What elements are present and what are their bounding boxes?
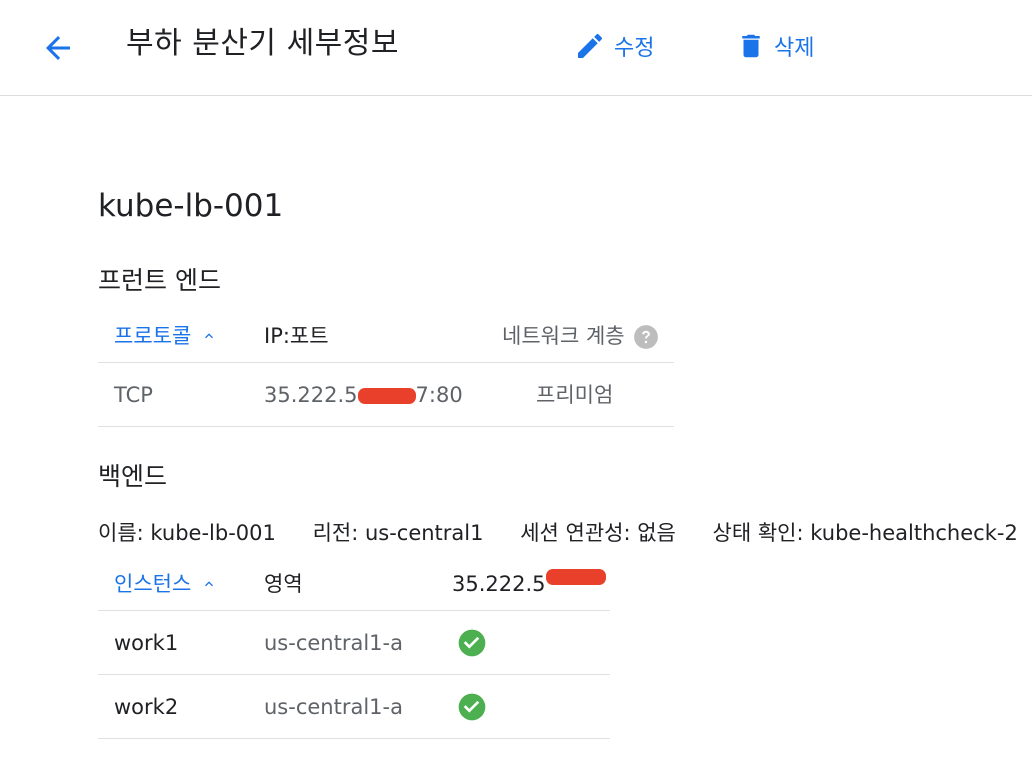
backend-health-check: 상태 확인: kube-healthcheck-2 xyxy=(712,521,1018,545)
instance-row: work2 us-central1-a xyxy=(98,675,610,739)
sort-ascending-icon xyxy=(205,581,214,587)
protocol-column-header[interactable]: 프로토콜 xyxy=(114,323,217,349)
healthy-status xyxy=(456,691,488,729)
instance-name[interactable]: work1 xyxy=(114,630,178,656)
pencil-icon xyxy=(578,33,603,58)
ip-column-header: 35.222.5 xyxy=(452,569,606,597)
zone-column-header: 영역 xyxy=(264,572,303,596)
instance-zone: us-central1-a xyxy=(264,695,403,719)
frontend-network-tier: 프리미엄 xyxy=(536,383,614,407)
ip-port-column-header: IP:포트 xyxy=(264,324,329,348)
backend-info: 이름: kube-lb-001 리전: us-central1 세션 연관성: … xyxy=(98,518,1018,548)
ip-column-label: 35.222.5 xyxy=(452,572,546,596)
healthy-status xyxy=(456,627,488,665)
frontend-section-title: 프런트 엔드 xyxy=(98,266,221,295)
backend-name: 이름: kube-lb-001 xyxy=(98,521,276,545)
frontend-ip-port: 35.222.5 7:80 xyxy=(264,382,463,408)
frontend-protocol: TCP xyxy=(114,383,153,407)
check-circle-icon xyxy=(458,693,486,721)
trash-icon xyxy=(742,34,760,58)
instances-table: 인스턴스 영역 35.222.5 work1 us-central1-a wor… xyxy=(98,560,610,739)
check-circle-icon xyxy=(458,629,486,657)
redaction-mark xyxy=(357,388,416,404)
load-balancer-name: kube-lb-001 xyxy=(98,188,284,224)
backend-session-affinity: 세션 연관성: 없음 xyxy=(520,521,676,545)
backend-region: 리전: us-central1 xyxy=(312,521,484,545)
edit-button-label: 수정 xyxy=(614,36,655,61)
back-button[interactable] xyxy=(36,28,80,68)
delete-button-label: 삭제 xyxy=(774,36,815,61)
frontend-ip-prefix: 35.222.5 xyxy=(264,383,358,407)
frontend-ip-suffix: 7:80 xyxy=(415,383,463,407)
help-icon[interactable] xyxy=(633,324,659,350)
instance-column-label: 인스턴스 xyxy=(114,572,192,596)
sort-ascending-icon xyxy=(205,333,214,339)
instances-table-header: 인스턴스 영역 35.222.5 xyxy=(98,560,610,611)
protocol-column-label: 프로토콜 xyxy=(114,324,192,348)
instance-zone: us-central1-a xyxy=(264,631,403,655)
network-tier-column-header: 네트워크 계층 xyxy=(502,323,659,350)
frontend-table-header: 프로토콜 IP:포트 네트워크 계층 xyxy=(98,310,674,363)
backend-section-title: 백엔드 xyxy=(98,462,168,491)
instance-column-header[interactable]: 인스턴스 xyxy=(114,571,217,597)
frontend-row: TCP 35.222.5 7:80 프리미엄 xyxy=(98,363,674,427)
edit-button[interactable]: 수정 xyxy=(574,26,654,66)
instance-name[interactable]: work2 xyxy=(114,694,178,720)
page-header: 부하 분산기 세부정보 수정 삭제 xyxy=(0,0,1032,96)
arrow-back-icon xyxy=(46,36,70,60)
redaction-mark xyxy=(545,569,606,585)
page-title: 부하 분산기 세부정보 xyxy=(126,26,399,61)
network-tier-column-label: 네트워크 계층 xyxy=(502,324,625,348)
frontend-table: 프로토콜 IP:포트 네트워크 계층 TCP 35.222.5 7:80 프리미엄 xyxy=(98,310,674,427)
instance-row: work1 us-central1-a xyxy=(98,611,610,675)
delete-button[interactable]: 삭제 xyxy=(736,26,814,66)
